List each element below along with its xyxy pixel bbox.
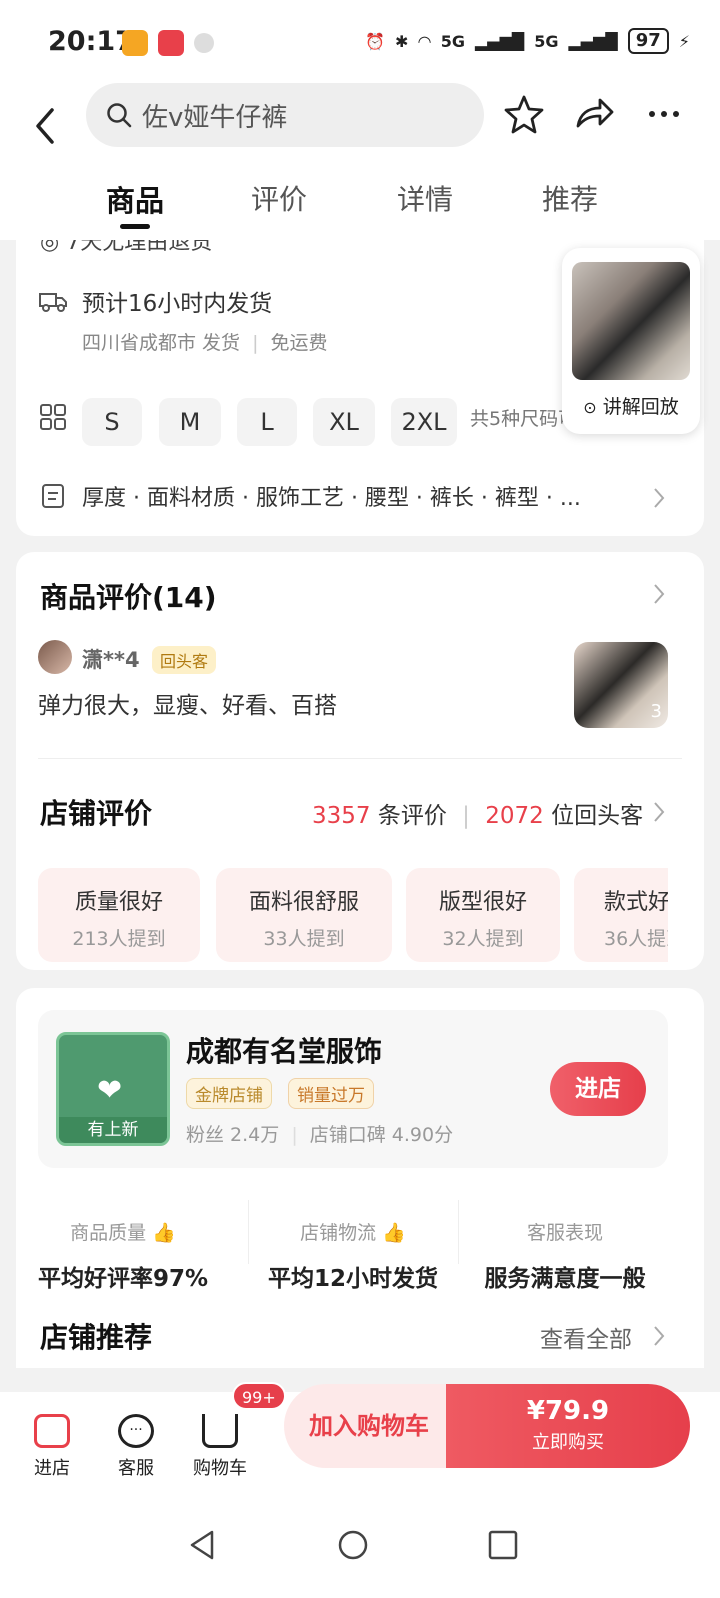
battery-icon: 97 [627, 28, 669, 54]
truck-icon [39, 293, 67, 312]
store-recommend-title: 店铺推荐 [40, 1321, 153, 1354]
share-icon[interactable] [572, 92, 616, 136]
buy-now-label: 立即购买 [532, 1432, 604, 1453]
shipping-origin: 四川省成都市 发货 | 免运费 [82, 332, 328, 354]
signal-icon: ▂▄▆█ [475, 31, 525, 51]
divider [458, 1200, 459, 1264]
thumbs-up-icon: 👍 [152, 1222, 176, 1244]
avatar [38, 640, 72, 674]
store-logo: ❤ 有上新 [56, 1032, 170, 1146]
review-text[interactable]: 弹力很大，显瘦、好看、百搭 [38, 686, 337, 720]
size-option-2xl[interactable]: 2XL [391, 398, 457, 446]
chevron-right-icon[interactable] [652, 800, 666, 824]
tab-product[interactable]: 商品 [106, 178, 164, 220]
live-replay-label: ⊙ 讲解回放 [583, 396, 679, 418]
shield-icon: ◎ [40, 240, 67, 255]
customer-service-tab[interactable]: ··· 客服 [96, 1414, 176, 1480]
cart-tab[interactable]: 购物车 [180, 1414, 260, 1480]
store-review-stats[interactable]: 3357 条评价 | 2072 位回头客 [312, 796, 643, 830]
product-attributes[interactable]: 厚度 · 面料材质 · 服饰工艺 · 腰型 · 裤长 · 裤型 · ... [82, 480, 642, 512]
search-query: 佐v娅牛仔裤 [142, 102, 288, 133]
enter-store-tab[interactable]: 进店 [12, 1414, 92, 1480]
product-reviews-title[interactable]: 商品评价(14) [40, 576, 217, 616]
wifi-icon: ◠ [418, 31, 431, 51]
reviewer-name: 潇**4 [82, 648, 140, 672]
chevron-right-icon[interactable] [652, 582, 666, 606]
nav-home-icon[interactable] [336, 1528, 370, 1562]
nav-back-icon[interactable] [186, 1528, 220, 1562]
buy-now-button[interactable]: ¥79.9 立即购买 [446, 1384, 690, 1468]
pinduoduo-icon [194, 33, 214, 53]
alarm-icon: ⏰ [365, 31, 386, 51]
bottom-action-bar: 进店 ··· 客服 购物车 99+ 加入购物车 ¥79.9 立即购买 [0, 1382, 720, 1512]
reviews-card: 商品评价(14) 潇**4 回头客 弹力很大，显瘦、好看、百搭 3 店铺评价 3… [16, 552, 704, 970]
tab-bar: 商品 评价 详情 推荐 [0, 168, 720, 240]
review-count: 3357 [312, 803, 371, 829]
charging-icon: ⚡ [678, 31, 690, 51]
divider [248, 1200, 249, 1264]
video-app-icon [158, 30, 184, 56]
star-icon[interactable] [502, 92, 546, 136]
thumbs-up-icon: 👍 [382, 1222, 406, 1244]
live-thumbnail [572, 262, 690, 380]
new-arrivals-label: 有上新 [59, 1117, 167, 1143]
header: 佐v娅牛仔裤 商品 评价 详情 推荐 [0, 80, 720, 240]
grid-icon [40, 404, 66, 430]
search-icon [107, 103, 132, 128]
store-icon [34, 1414, 70, 1448]
tab-reviews[interactable]: 评价 [251, 178, 307, 218]
play-icon: ⊙ [583, 398, 597, 417]
chevron-right-icon[interactable] [652, 1324, 666, 1348]
chevron-left-icon[interactable] [26, 100, 66, 152]
tab-recommend[interactable]: 推荐 [542, 178, 598, 218]
heart-icon: ❤ [97, 1073, 123, 1108]
cart-icon [202, 1414, 238, 1448]
size-option-l[interactable]: L [237, 398, 297, 446]
divider [38, 758, 682, 759]
sales-badge: 销量过万 [288, 1078, 374, 1109]
repeat-customer-badge: 回头客 [152, 646, 217, 674]
status-icons: ⏰ ✱ ◠ 5G ▂▄▆█ 5G ▂▄▆█ 97 ⚡ [365, 28, 690, 54]
chat-icon: ··· [118, 1414, 154, 1448]
metric-logistics: 店铺物流 👍 平均12小时发货 [267, 1222, 438, 1292]
search-bar[interactable]: 佐v娅牛仔裤 [86, 83, 484, 147]
signal-icon-2: ▂▄▆█ [568, 31, 618, 51]
nav-recents-icon[interactable] [486, 1528, 520, 1562]
store-card: ❤ 有上新 成都有名堂服饰 金牌店铺 销量过万 粉丝 2.4万 | 店铺口碑 4… [16, 988, 704, 1368]
size-option-m[interactable]: M [159, 398, 221, 446]
bluetooth-icon: ✱ [395, 31, 409, 51]
metric-quality: 商品质量 👍 平均好评率97% [37, 1222, 209, 1292]
system-nav-bar [0, 1512, 720, 1598]
status-bar: 20:17 ⏰ ✱ ◠ 5G ▂▄▆█ 5G ▂▄▆█ 97 ⚡ [0, 0, 720, 80]
repeat-count: 2072 [485, 803, 544, 829]
price: ¥79.9 [526, 1396, 610, 1426]
more-icon[interactable] [642, 92, 686, 136]
gold-store-badge: 金牌店铺 [186, 1078, 272, 1109]
network-5g-label: 5G [440, 31, 465, 51]
store-name: 成都有名堂服饰 [186, 1035, 383, 1068]
size-option-xl[interactable]: XL [313, 398, 375, 446]
network-5g-label-2: 5G [534, 31, 559, 51]
shipping-time: 预计16小时内发货 [82, 291, 273, 317]
return-policy-partial: ◎ 7天无理由退货 [40, 240, 212, 256]
cart-badge: 99+ [232, 1382, 286, 1410]
app-notification-icon [122, 30, 148, 56]
review-photo[interactable]: 3 [574, 642, 668, 728]
photo-count: 3 [650, 701, 662, 722]
enter-store-button[interactable]: 进店 [550, 1062, 646, 1116]
live-replay-widget[interactable]: ⊙ 讲解回放 [562, 248, 700, 434]
tab-details[interactable]: 详情 [397, 178, 453, 218]
store-stats: 粉丝 2.4万 | 店铺口碑 4.90分 [186, 1124, 454, 1146]
add-to-cart-button[interactable]: 加入购物车 [284, 1384, 454, 1468]
clipboard-icon [42, 484, 64, 508]
store-reviews-title: 店铺评价 [40, 797, 153, 830]
size-option-s[interactable]: S [82, 398, 142, 446]
active-tab-indicator [120, 224, 150, 229]
view-all-link[interactable]: 查看全部 [540, 1320, 632, 1354]
chevron-right-icon[interactable] [652, 486, 666, 510]
metric-service: 客服表现 服务满意度一般 [484, 1222, 646, 1292]
